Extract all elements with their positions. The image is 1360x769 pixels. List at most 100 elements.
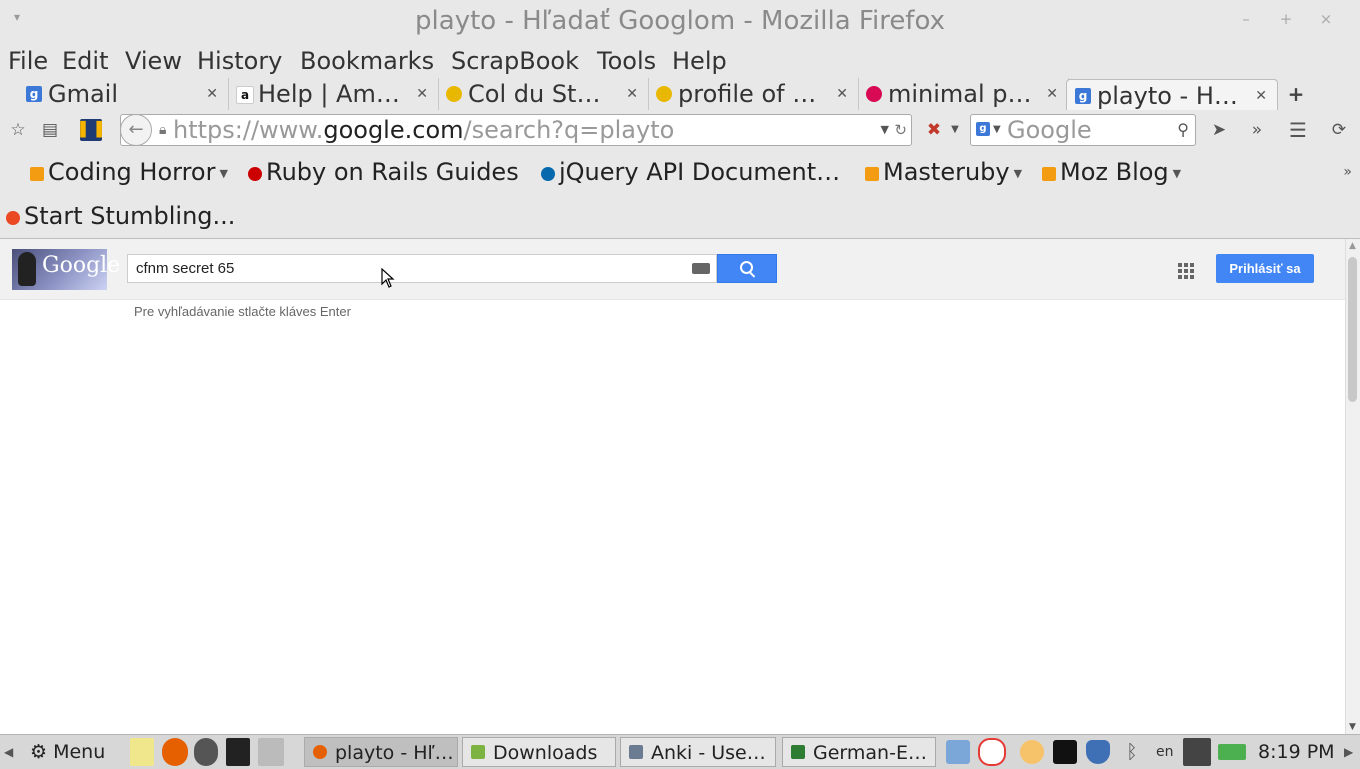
bookmark-coding-horror[interactable]: Coding Horror ▼ (30, 150, 228, 196)
url-text[interactable]: https://www.google.com/search?q=playto (173, 115, 674, 145)
archive-launcher-icon[interactable] (258, 738, 284, 766)
tab-gmail[interactable]: g Gmail ✕ (18, 78, 229, 110)
start-menu-button[interactable]: ⚙ Menu (30, 738, 105, 766)
search-icon[interactable]: ⚲ (1177, 115, 1189, 145)
url-history-dropdown-icon[interactable]: ▼ (881, 115, 889, 145)
google-icon: g (26, 86, 42, 102)
bookmark-jquery-api[interactable]: jQuery API Document… (541, 150, 840, 194)
google-doodle-logo[interactable]: Google (12, 249, 120, 290)
send-icon[interactable]: ➤ (1208, 110, 1230, 150)
taskbar-scroll-right-icon[interactable]: ▶ (1344, 738, 1353, 766)
navigation-toolbar: ☆ ▤ ▌▐ ← 🔒︎ https://www.google.com/searc… (0, 110, 1360, 150)
system-taskbar: ◀ ⚙ Menu playto - Hľ… Downloads Anki - U… (0, 734, 1360, 769)
engine-dropdown-icon[interactable]: ▼ (993, 115, 1001, 145)
bookmark-star-icon[interactable]: ☆ (8, 110, 28, 150)
terminal-launcher-icon[interactable] (226, 738, 250, 766)
menu-history[interactable]: History (197, 44, 282, 78)
microphone-icon[interactable] (978, 738, 1006, 766)
info-shield-icon[interactable] (1086, 740, 1110, 764)
menu-tools[interactable]: Tools (597, 44, 656, 78)
tab-close-icon[interactable]: ✕ (836, 78, 848, 110)
google-icon: g (1075, 88, 1091, 104)
sync-icon[interactable]: ⟳ (1328, 110, 1350, 150)
bluetooth-icon[interactable]: ᛒ (1124, 738, 1140, 766)
scrollbar-thumb[interactable] (1348, 257, 1357, 402)
search-input[interactable] (136, 255, 676, 282)
bookmarks-overflow-icon[interactable]: » (1343, 150, 1352, 194)
keyboard-icon[interactable] (692, 263, 710, 274)
hamburger-menu-icon[interactable]: ☰ (1287, 110, 1309, 150)
rss-icon (865, 167, 879, 181)
tab-close-icon[interactable]: ✕ (1255, 80, 1267, 112)
tab-playto-active[interactable]: g playto - H… ✕ (1066, 79, 1278, 111)
menu-help[interactable]: Help (672, 44, 727, 78)
google-search-box[interactable] (127, 254, 717, 283)
taskbar-scroll-left-icon[interactable]: ◀ (4, 738, 13, 766)
weather-icon[interactable] (1020, 740, 1044, 764)
back-button[interactable]: ← (120, 114, 152, 146)
tab-close-icon[interactable]: ✕ (626, 78, 638, 110)
tab-profile[interactable]: profile of … ✕ (648, 78, 859, 110)
blocked-addon-icon[interactable]: ✖ (922, 110, 946, 150)
bookmark-moz-blog[interactable]: Moz Blog ▼ (1042, 150, 1181, 196)
task-firefox[interactable]: playto - Hľ… (304, 737, 458, 767)
search-button[interactable] (717, 254, 777, 283)
bookmark-rails-guides[interactable]: Ruby on Rails Guides (248, 150, 519, 194)
tab-label: minimal p… (888, 80, 1032, 108)
keyboard-language-indicator[interactable]: en (1156, 738, 1174, 766)
reader-view-icon[interactable]: ▤ (40, 110, 60, 150)
tab-minimal[interactable]: minimal p… ✕ (858, 78, 1069, 110)
tab-close-icon[interactable]: ✕ (416, 78, 428, 110)
window-title: playto - Hľadať Googlom - Mozilla Firefo… (415, 6, 945, 36)
mouse-cursor-icon (381, 268, 395, 288)
dropbox-icon[interactable] (946, 740, 970, 764)
window-controls: – + × (1226, 10, 1346, 28)
firefox-launcher-icon[interactable] (162, 738, 188, 766)
gear-icon: ⚙ (30, 741, 48, 763)
maximize-button[interactable]: + (1266, 10, 1306, 28)
sign-in-button[interactable]: Prihlásiť sa (1216, 254, 1314, 283)
menu-edit[interactable]: Edit (62, 44, 108, 78)
tab-close-icon[interactable]: ✕ (206, 78, 218, 110)
tab-col-du-st[interactable]: Col du St… ✕ (438, 78, 649, 110)
blocked-screen-icon[interactable] (1053, 740, 1077, 764)
rhythmbox-launcher-icon[interactable] (194, 738, 218, 766)
task-downloads[interactable]: Downloads (462, 737, 616, 767)
google-header: Google Prihlásiť sa (0, 239, 1345, 300)
chevron-down-icon: ▼ (219, 167, 228, 180)
menu-view[interactable]: View (125, 44, 182, 78)
text-editor-launcher-icon[interactable] (130, 738, 154, 766)
close-window-button[interactable]: × (1306, 10, 1346, 28)
menu-bookmarks[interactable]: Bookmarks (300, 44, 434, 78)
minimize-button[interactable]: – (1226, 10, 1266, 28)
scroll-down-icon[interactable]: ▼ (1349, 722, 1356, 732)
spreadsheet-icon (791, 745, 805, 759)
bookmark-start-stumbling[interactable]: Start Stumbling... (6, 194, 235, 238)
stats-addon-icon[interactable]: ▌▐ (80, 119, 102, 141)
firefox-icon (313, 745, 327, 759)
task-anki[interactable]: Anki - Use… (620, 737, 776, 767)
url-bar[interactable]: 🔒︎ https://www.google.com/search?q=playt… (120, 114, 912, 146)
reload-icon[interactable]: ↻ (894, 115, 907, 145)
tab-label: Gmail (48, 80, 119, 108)
tab-label: playto - H… (1097, 82, 1238, 110)
scroll-up-icon[interactable]: ▲ (1349, 241, 1356, 251)
bookmark-masteruby[interactable]: Masteruby ▼ (865, 150, 1022, 196)
menu-scrapbook[interactable]: ScrapBook (451, 44, 579, 78)
menu-file[interactable]: File (8, 44, 48, 78)
network-signal-icon[interactable] (1183, 738, 1211, 766)
page-scrollbar[interactable]: ▲ ▼ (1345, 239, 1360, 734)
google-engine-icon[interactable]: g (976, 122, 990, 136)
tab-amazon-help[interactable]: a Help | Am… ✕ (228, 78, 439, 110)
overflow-chevron-icon[interactable]: » (1246, 110, 1268, 150)
new-tab-button[interactable]: + (1284, 78, 1308, 110)
doodle-figure (18, 252, 36, 286)
apps-grid-icon[interactable] (1178, 263, 1194, 279)
task-german-sheet[interactable]: German-E… (782, 737, 936, 767)
search-bar[interactable]: g ▼ Google ⚲ (970, 114, 1196, 146)
addon-dropdown-icon[interactable]: ▼ (948, 110, 962, 150)
tab-close-icon[interactable]: ✕ (1046, 78, 1058, 110)
lock-icon: 🔒︎ (159, 122, 167, 138)
battery-icon[interactable] (1218, 744, 1246, 760)
clock[interactable]: 8:19 PM (1258, 735, 1335, 769)
